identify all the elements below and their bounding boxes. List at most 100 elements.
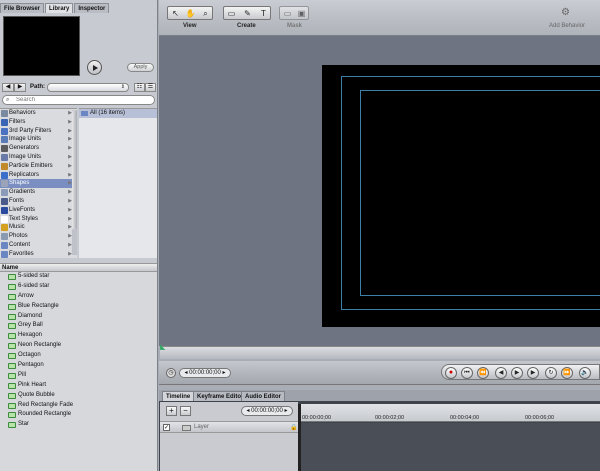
tab-timeline[interactable]: Timeline (162, 391, 195, 401)
shape-label: 6-sided star (18, 282, 50, 289)
mask-bezier-icon[interactable]: ▣ (295, 8, 308, 19)
list-view-button[interactable]: ☷ (134, 83, 145, 92)
tab-inspector[interactable]: Inspector (74, 3, 110, 13)
category-label: Behaviors (9, 110, 36, 116)
text-icon[interactable]: T (257, 8, 270, 19)
list-item[interactable]: Rounded Rectangle (0, 410, 157, 420)
list-item[interactable]: 6-sided star (0, 282, 157, 292)
zoom-icon[interactable]: ⌕ (199, 8, 212, 19)
category-item[interactable]: Text Styles ▶ (0, 215, 77, 224)
list-item[interactable]: Neon Rectangle (0, 341, 157, 351)
category-item[interactable]: Replicators ▶ (0, 171, 77, 180)
list-item[interactable]: Arrow (0, 292, 157, 302)
search-input[interactable] (16, 96, 146, 104)
list-item[interactable]: Octagon (0, 351, 157, 361)
path-popup[interactable]: ⇕ (47, 83, 129, 92)
category-item[interactable]: Music ▶ (0, 223, 77, 232)
shape-label: Octagon (18, 352, 41, 359)
remove-layer-button[interactable]: − (180, 406, 191, 416)
music-icon (1, 224, 8, 232)
rectangle-icon[interactable]: ▭ (225, 8, 238, 19)
category-item[interactable]: Content ▶ (0, 241, 77, 250)
category-scrollbar[interactable] (72, 110, 77, 255)
play-from-start-button[interactable]: ⏮ (461, 367, 473, 379)
category-item[interactable]: Generators ▶ (0, 144, 77, 153)
category-label: Gradients (9, 189, 36, 196)
list-item[interactable]: Grey Ball (0, 321, 157, 331)
list-item[interactable]: Blue Rectangle (0, 302, 157, 312)
category-item[interactable]: Gradients ▶ (0, 188, 77, 197)
list-item[interactable]: Diamond (0, 312, 157, 322)
layer-name[interactable]: Layer (194, 424, 209, 430)
add-behavior-label: Add Behavior (549, 23, 586, 29)
list-item[interactable]: Pill (0, 371, 157, 381)
all-items-label: All (16 items) (90, 110, 126, 116)
go-to-start-button[interactable]: ⏪ (477, 367, 489, 379)
scroll-thumb[interactable] (72, 110, 77, 230)
next-frame-button[interactable]: ▶ (527, 367, 539, 379)
category-item[interactable]: Image Units ▶ (0, 153, 77, 162)
add-behavior-gear-icon[interactable]: ⚙ (561, 7, 570, 18)
shape-icon (8, 313, 16, 320)
category-item[interactable]: Filters ▶ (0, 118, 77, 127)
tab-file-browser[interactable]: File Browser (0, 3, 45, 13)
list-item[interactable]: 5-sided star (0, 272, 157, 282)
hand-icon[interactable]: ✋ (184, 8, 197, 19)
category-item[interactable]: 3rd Party Filters ▶ (0, 127, 77, 136)
category-label: Image Units (9, 153, 42, 160)
list-item[interactable]: Hexagon (0, 331, 157, 341)
timeline-ruler[interactable]: 00:00:00;00 00:00:02;00 00:00:04;00 00:0… (299, 404, 600, 422)
category-item[interactable]: Fonts ▶ (0, 197, 77, 206)
current-time-field[interactable]: ◂ 00:00:00;00 ▸ (179, 368, 231, 378)
tab-library[interactable]: Library (45, 3, 74, 13)
lock-icon[interactable]: 🔒 (290, 424, 297, 431)
layer-row[interactable]: ✓ Layer 🔒 (160, 421, 298, 433)
tab-keyframe-editor[interactable]: Keyframe Editor (193, 391, 248, 401)
list-item[interactable]: Pink Heart (0, 381, 157, 391)
tab-audio-editor[interactable]: Audio Editor (241, 391, 285, 401)
mask-tools: ▭ ▣ (279, 6, 309, 20)
track-area[interactable] (299, 423, 600, 471)
list-item[interactable]: Pentagon (0, 361, 157, 371)
back-button[interactable]: ◀ (2, 83, 14, 92)
playhead[interactable] (298, 404, 301, 471)
icon-view-button[interactable]: ☰ (145, 83, 156, 92)
play-preview-button[interactable] (87, 60, 102, 75)
add-layer-button[interactable]: + (166, 406, 177, 416)
select-arrow-icon[interactable]: ↖ (169, 8, 182, 19)
timeline-time-field[interactable]: ◂ 00:00:00;00 ▸ (241, 406, 293, 416)
category-item[interactable]: Favorites ▶ (0, 250, 77, 259)
layer-enable-checkbox[interactable]: ✓ (163, 424, 170, 431)
loop-button[interactable]: ↻ (545, 367, 557, 379)
category-item[interactable]: LiveFonts ▶ (0, 206, 77, 215)
list-item[interactable]: Star (0, 420, 157, 430)
name-column-header[interactable]: Name (0, 263, 157, 272)
forward-button[interactable]: ▶ (14, 83, 26, 92)
all-items-row[interactable]: All (16 items) (79, 109, 157, 118)
record-button[interactable]: ● (445, 367, 457, 379)
list-item[interactable]: Quote Bubble (0, 391, 157, 401)
mask-rectangle-icon[interactable]: ▭ (281, 8, 294, 19)
audio-button[interactable]: 🔈 (579, 367, 591, 379)
shape-label: Star (18, 421, 30, 428)
ruler-tick: 00:00:00;00 (302, 415, 332, 421)
play-button[interactable]: ▶ (511, 367, 523, 379)
category-label: LiveFonts (9, 206, 36, 213)
list-item[interactable]: Red Rectangle Fade (0, 401, 157, 411)
mini-playhead-icon[interactable]: ◣ (160, 343, 165, 351)
previous-frame-button[interactable]: ◀ (495, 367, 507, 379)
mini-timeline[interactable] (160, 346, 600, 359)
apply-button[interactable]: Apply (127, 63, 154, 72)
category-item[interactable]: Particle Emitters ▶ (0, 162, 77, 171)
category-item[interactable]: Shapes ▶ (0, 179, 77, 189)
go-to-end-button[interactable]: ⏩ (561, 367, 573, 379)
gradient-icon (1, 189, 8, 197)
shape-label: Pentagon (18, 362, 44, 369)
category-item[interactable]: Image Units ▶ (0, 135, 77, 144)
category-item[interactable]: Photos ▶ (0, 232, 77, 241)
shape-icon (8, 372, 16, 379)
bezier-icon[interactable]: ✎ (241, 8, 254, 19)
category-item[interactable]: Behaviors ▶ (0, 109, 77, 118)
timing-display-icon[interactable]: ◷ (166, 368, 176, 378)
timeline-tabs: Timeline Keyframe Editor Audio Editor (159, 390, 600, 401)
